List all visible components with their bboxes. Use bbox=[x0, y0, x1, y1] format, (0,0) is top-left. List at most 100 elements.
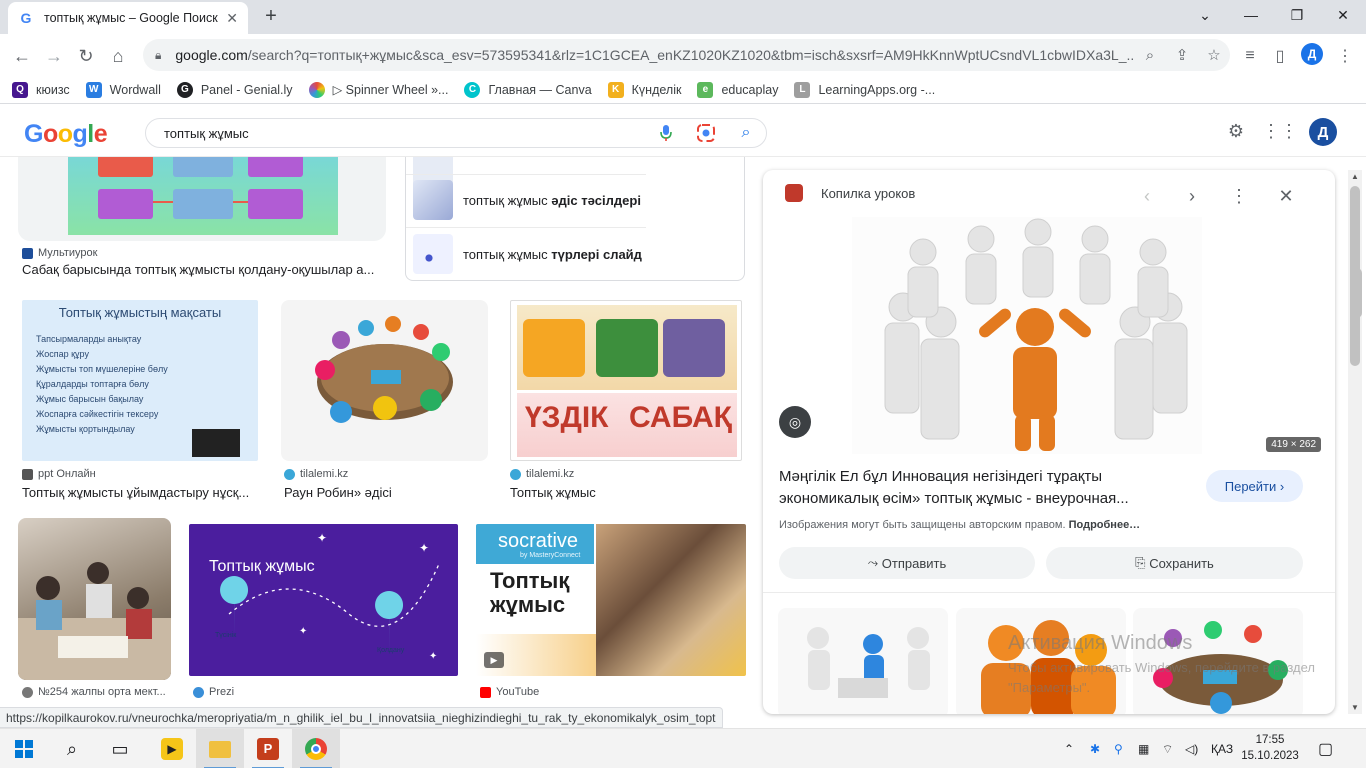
result-caption[interactable]: Топтық жұмысты ұйымдастыру нұсқ... bbox=[22, 485, 262, 500]
bookmark-learningapps[interactable]: L LearningApps.org -... bbox=[794, 81, 935, 98]
bookmark-canva[interactable]: C Главная — Canva bbox=[464, 81, 592, 98]
notifications-icon[interactable]: ▢ bbox=[1318, 729, 1333, 768]
voice-search-icon[interactable] bbox=[646, 119, 686, 147]
search-icon[interactable]: ⌕ bbox=[726, 119, 766, 147]
scroll-down-icon[interactable]: ▼ bbox=[1351, 703, 1359, 712]
close-panel-icon[interactable]: ✕ bbox=[1272, 182, 1300, 210]
result-caption[interactable]: Сабақ барысында топтық жұмысты қолдану-о… bbox=[22, 262, 387, 277]
bookmark-genially[interactable]: G Panel - Genial.ly bbox=[176, 81, 293, 98]
result-thumb-uzdik[interactable]: ҮЗДІК САБАҚ bbox=[510, 300, 742, 461]
zoom-search-icon[interactable]: ⌕ bbox=[1134, 41, 1166, 69]
sabak-text: САБАҚ bbox=[629, 401, 732, 434]
result-thumb-slide[interactable]: Топтық жұмыстың мақсаты Тапсырмаларды ан… bbox=[22, 300, 258, 461]
result-source[interactable]: tilalemi.kz bbox=[284, 468, 348, 480]
wifi-icon[interactable]: ⌔ bbox=[1162, 729, 1173, 768]
result-caption[interactable]: Раун Робин» әдісі bbox=[284, 485, 489, 500]
menu-kebab-icon[interactable]: ⋮ bbox=[1332, 43, 1358, 69]
bookmark-educaplay[interactable]: e educaplay bbox=[697, 81, 778, 98]
close-window-button[interactable]: ✕ bbox=[1320, 0, 1366, 30]
file-explorer-icon[interactable] bbox=[196, 729, 244, 768]
result-source[interactable]: №254 жалпы орта мект... bbox=[22, 686, 166, 698]
related-item[interactable]: топтық жұмыс түрлері слайд bbox=[406, 228, 646, 280]
close-tab-icon[interactable]: ✕ bbox=[226, 10, 238, 27]
profile-avatar[interactable]: Д bbox=[1301, 43, 1323, 65]
task-view-icon[interactable]: ▭ bbox=[96, 729, 144, 768]
bookmark-wordwall[interactable]: W Wordwall bbox=[85, 81, 161, 98]
panel-scrollbar[interactable]: ▲ ▼ bbox=[1348, 170, 1362, 714]
result-source[interactable]: Prezi bbox=[193, 686, 234, 698]
status-bar-url: https://kopilkaurokov.ru/vneurochka/mero… bbox=[0, 707, 723, 728]
result-thumb-prezi[interactable]: Топтық жұмыс ✦ ✦ ✦ ✦ Түсінік Қолдану bbox=[189, 524, 458, 676]
reload-icon[interactable]: ↻ bbox=[72, 42, 100, 70]
visit-button[interactable]: Перейти › bbox=[1206, 470, 1303, 502]
side-panel-icon[interactable]: ▯ bbox=[1267, 43, 1293, 69]
url-text[interactable]: google.com/search?q=топтық+жұмыс&sca_esv… bbox=[175, 47, 1134, 63]
related-thumb-1[interactable] bbox=[778, 608, 948, 714]
share-icon[interactable]: ⇪ bbox=[1166, 41, 1198, 69]
result-source[interactable]: YouTube bbox=[480, 686, 539, 698]
result-caption[interactable]: Топтық жұмыс bbox=[510, 485, 740, 500]
result-thumb-mindmap[interactable] bbox=[18, 157, 386, 241]
search-query[interactable]: топтық жұмыс bbox=[164, 126, 646, 141]
result-source[interactable]: tilalemi.kz bbox=[510, 468, 574, 480]
language-indicator[interactable]: ҚАЗ bbox=[1211, 729, 1233, 768]
search-input[interactable]: топтық жұмыс ⌕ bbox=[145, 118, 767, 148]
bookmark-kundelik[interactable]: K Күнделік bbox=[607, 81, 681, 98]
account-avatar[interactable]: Д bbox=[1309, 118, 1337, 146]
panel-source[interactable]: Копилка уроков bbox=[785, 184, 915, 202]
minimize-button[interactable]: — bbox=[1228, 0, 1274, 30]
home-icon[interactable]: ⌂ bbox=[104, 42, 132, 70]
next-chevron-icon[interactable]: › bbox=[1178, 182, 1206, 210]
save-label: Сохранить bbox=[1149, 555, 1214, 571]
share-button[interactable]: ⤳ Отправить bbox=[779, 547, 1035, 579]
result-source[interactable]: ppt Онлайн bbox=[22, 468, 96, 480]
apps-grid-icon[interactable]: ⋮⋮ bbox=[1262, 118, 1298, 144]
address-bar[interactable]: 🔒︎ google.com/search?q=топтық+жұмыс&sca_… bbox=[143, 39, 1230, 71]
related-item[interactable]: топтық жұмыс әдіс тәсілдері bbox=[406, 174, 646, 226]
result-source[interactable]: Мультиурок bbox=[22, 247, 97, 259]
reading-list-icon[interactable]: ≡ bbox=[1237, 43, 1263, 69]
back-arrow-icon[interactable]: ← bbox=[8, 42, 36, 70]
lock-icon[interactable]: 🔒︎ bbox=[155, 48, 161, 63]
lens-camera-icon[interactable]: ◎ bbox=[779, 406, 811, 438]
save-button[interactable]: ⎘ Сохранить bbox=[1046, 547, 1303, 579]
network-icon[interactable]: ▦ bbox=[1138, 729, 1149, 768]
site-favicon-icon bbox=[284, 468, 295, 480]
bookmark-kahoot[interactable]: Qкюизс bbox=[12, 81, 70, 98]
search-taskbar-icon[interactable]: ⌕ bbox=[48, 729, 96, 768]
site-favicon-icon bbox=[22, 686, 33, 698]
result-thumb-roundtable[interactable] bbox=[281, 300, 488, 461]
location-icon[interactable]: ⚲ bbox=[1114, 729, 1123, 768]
more-kebab-icon[interactable]: ⋮ bbox=[1225, 182, 1253, 210]
panel-title[interactable]: Мәңгілік Ел бұл Инновация негізіндегі тұ… bbox=[779, 466, 1179, 510]
svg-text:✦: ✦ bbox=[419, 541, 429, 555]
scroll-up-icon[interactable]: ▲ bbox=[1351, 172, 1359, 181]
result-thumb-socrative[interactable]: socrative by MasteryConnect Топтық жұмыс… bbox=[476, 524, 746, 676]
more-link[interactable]: Подробнее… bbox=[1069, 519, 1141, 531]
start-windows-icon[interactable] bbox=[0, 729, 48, 768]
bookmark-spinner-wheel[interactable]: ▷ Spinner Wheel »... bbox=[308, 81, 448, 98]
prev-chevron-icon[interactable]: ‹ bbox=[1133, 182, 1161, 210]
lens-search-icon[interactable] bbox=[686, 119, 726, 147]
copyright-note: Изображения могут быть защищены авторски… bbox=[779, 519, 1141, 531]
google-logo[interactable]: Google bbox=[24, 120, 108, 149]
result-thumb-classroom-photo[interactable] bbox=[18, 518, 171, 680]
bookmark-star-icon[interactable]: ☆ bbox=[1198, 41, 1230, 69]
bookmarks-bar: Qкюизс W Wordwall G Panel - Genial.ly ▷ Sp… bbox=[0, 76, 1366, 104]
powerpoint-icon[interactable]: P bbox=[244, 729, 292, 768]
browser-tab[interactable]: G топтық жұмыс – Google Поиск ✕ bbox=[8, 2, 248, 34]
chrome-icon[interactable] bbox=[292, 729, 340, 768]
media-player-icon[interactable]: ▶ bbox=[148, 729, 196, 768]
tab-title: топтық жұмыс – Google Поиск bbox=[44, 11, 218, 25]
tray-chevron-icon[interactable]: ⌃ bbox=[1064, 729, 1074, 768]
tab-search-icon[interactable]: ⌄ bbox=[1182, 0, 1228, 30]
volume-icon[interactable]: ◁) bbox=[1185, 729, 1198, 768]
restore-button[interactable]: ❐ bbox=[1274, 0, 1320, 30]
bluetooth-icon[interactable]: ✱ bbox=[1090, 729, 1100, 768]
preview-image[interactable] bbox=[763, 217, 1335, 454]
settings-gear-icon[interactable]: ⚙ bbox=[1223, 118, 1249, 144]
new-tab-button[interactable]: + bbox=[260, 5, 282, 27]
system-clock[interactable]: 17:55 15.10.2023 bbox=[1240, 732, 1300, 764]
page-scrollbar-thumb[interactable] bbox=[1352, 268, 1362, 318]
forward-arrow-icon[interactable]: → bbox=[40, 42, 68, 70]
